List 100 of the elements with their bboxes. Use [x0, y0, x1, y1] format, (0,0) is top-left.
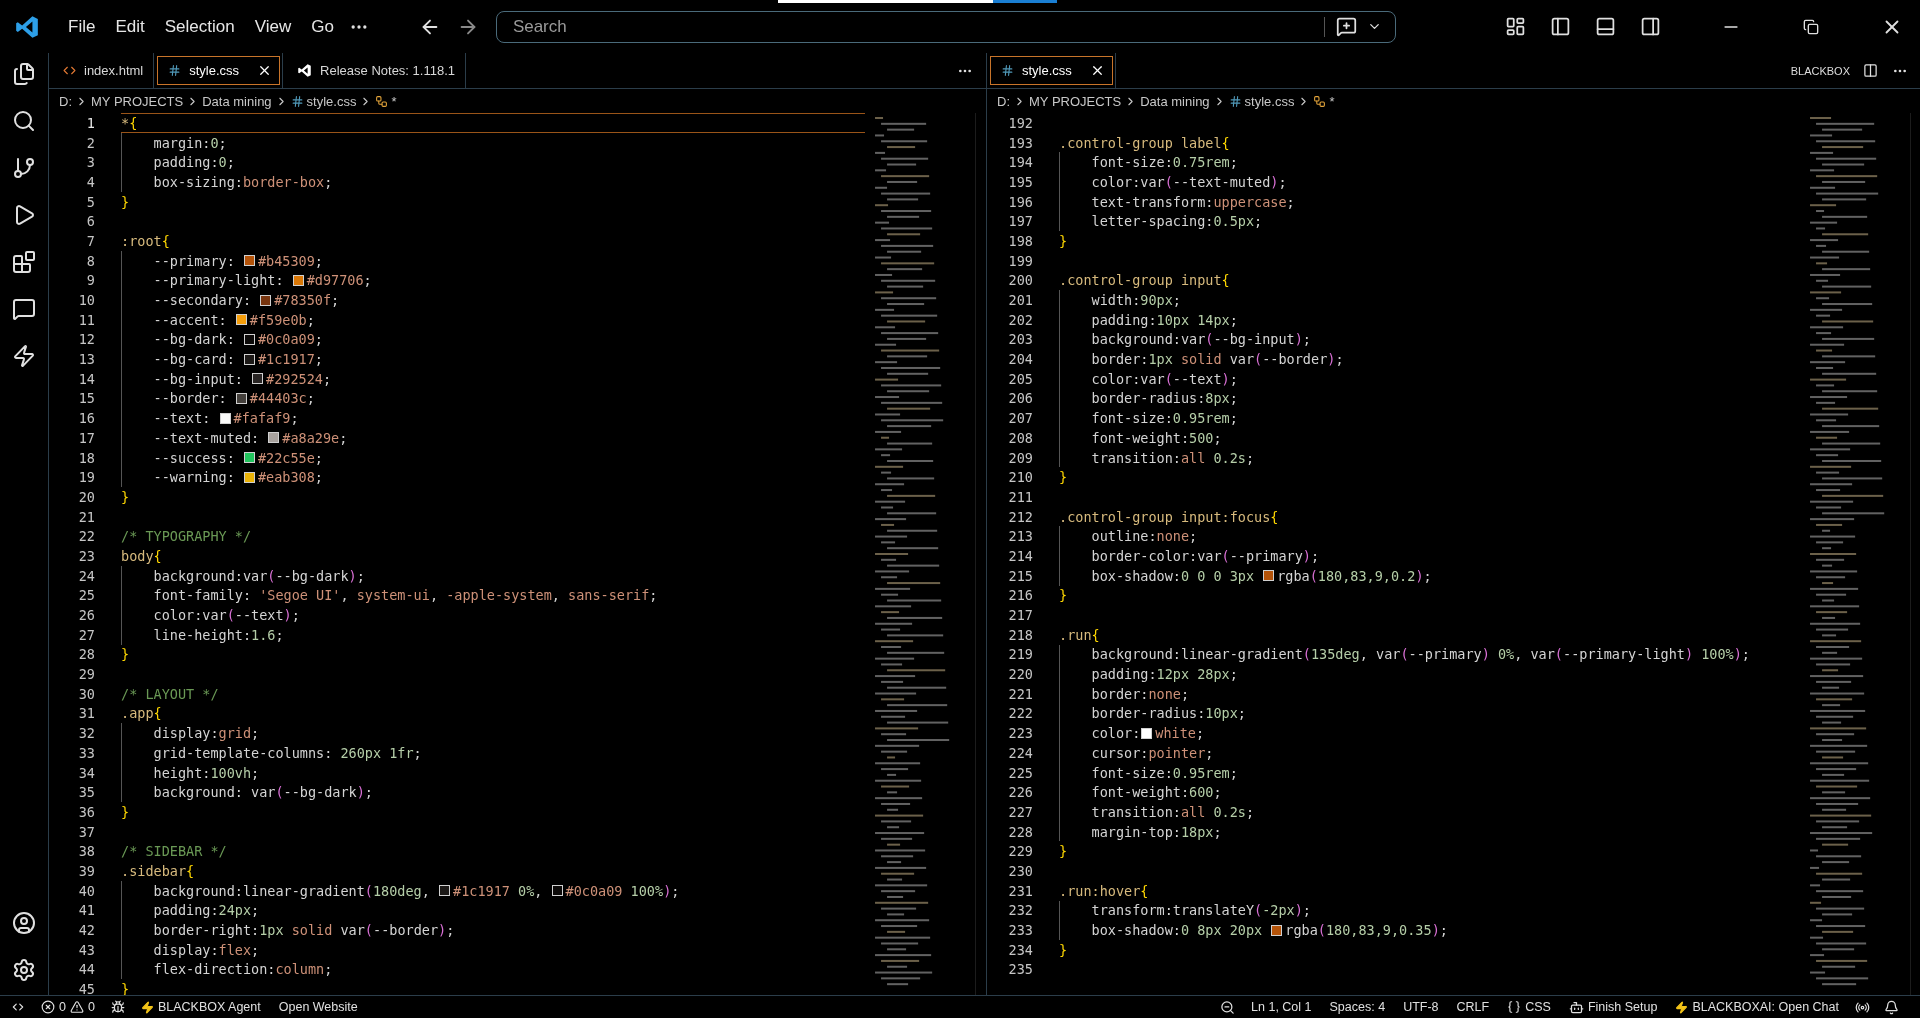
line-number: 27	[77, 626, 96, 643]
line-number: 215	[1007, 567, 1034, 584]
search-field[interactable]: Search	[510, 15, 1318, 38]
line-number: 211	[1007, 488, 1034, 505]
line-number: 208	[1007, 429, 1034, 446]
line-number: 214	[1007, 547, 1034, 564]
line-number: 15	[77, 390, 96, 407]
line-number: 45	[77, 981, 96, 995]
code-line: color:var(--text);	[121, 605, 865, 625]
line-number: 235	[1007, 961, 1034, 978]
line-number: 222	[1007, 705, 1034, 722]
menu-item[interactable]: Go	[301, 10, 344, 43]
line-number: 9	[85, 272, 96, 289]
code-line: .control-group input{	[1059, 271, 1231, 291]
line-number: 202	[1007, 311, 1034, 328]
line-number: 223	[1007, 725, 1034, 742]
status-item[interactable]: UTF-8	[1396, 1000, 1446, 1014]
code-line: border-right:1px solid var(--border);	[121, 920, 865, 940]
code-line: font-size:0.95rem;	[1059, 762, 1800, 783]
code-line: font-family: 'Segoe UI', system-ui, -apple-system, sans-serif;	[121, 585, 865, 606]
menu-item[interactable]: Edit	[105, 10, 155, 43]
code-line: --border: #44403c;	[121, 388, 865, 409]
menu-item[interactable]: View	[244, 10, 302, 43]
breadcrumb[interactable]: *	[391, 93, 397, 109]
line-number: 25	[77, 587, 96, 604]
code-line: transform:translateY(-2px);	[1059, 900, 1800, 921]
code-line: }	[1059, 842, 1069, 862]
editor-tab[interactable]: style.css	[154, 53, 284, 88]
code-line: border-color:var(--primary);	[1059, 546, 1800, 566]
line-number: 14	[77, 370, 96, 387]
symbol-icon	[375, 94, 389, 108]
line-number: 34	[77, 764, 96, 781]
line-number: 230	[1007, 862, 1034, 879]
line-number: 194	[1007, 154, 1034, 171]
breadcrumb[interactable]: D:	[997, 93, 1010, 109]
hash-icon	[168, 64, 182, 77]
vscode-logo-icon[interactable]	[14, 13, 40, 40]
status-item[interactable]: BLACKBOXAI: Open Chat	[1668, 1000, 1846, 1014]
code-line: font-weight:600;	[1059, 782, 1800, 803]
line-number: 234	[1007, 941, 1034, 958]
code-line: text-transform:uppercase;	[1059, 191, 1800, 212]
code-line: grid-template-columns: 260px 1fr;	[121, 743, 865, 763]
status-item[interactable]: Spaces: 4	[1322, 1000, 1393, 1014]
hash-icon	[1001, 64, 1014, 77]
editor-tab[interactable]: style.css	[987, 53, 1116, 88]
status-item[interactable]: Finish Setup	[1561, 999, 1665, 1015]
search-box[interactable]: Search	[495, 10, 1396, 43]
bolt-icon	[1675, 1000, 1689, 1014]
code-line: padding:10px 14px;	[1059, 309, 1800, 330]
line-number: 201	[1007, 292, 1034, 309]
breadcrumb[interactable]: Data mining	[1140, 93, 1210, 109]
menu-item[interactable]: Selection	[154, 10, 245, 43]
hash-icon	[1228, 94, 1242, 108]
line-number: 2	[85, 134, 96, 151]
breadcrumb[interactable]: Data mining	[202, 93, 272, 109]
line-number: 38	[77, 843, 96, 860]
line-number: 11	[77, 311, 96, 328]
status-item[interactable]: Open Website	[271, 1000, 365, 1014]
line-number: 196	[1007, 193, 1034, 210]
line-number: 193	[1007, 134, 1034, 151]
breadcrumb[interactable]: MY PROJECTS	[91, 93, 184, 109]
problems-indicator[interactable]: 0 0	[34, 1000, 102, 1014]
code-line: }	[1059, 940, 1069, 960]
line-number: 204	[1007, 351, 1034, 368]
breadcrumb[interactable]: style.css	[306, 93, 357, 109]
code-line: padding:0;	[121, 152, 865, 173]
status-item[interactable]: CSS	[1500, 1000, 1558, 1014]
code-line: --text: #fafaf9;	[121, 408, 865, 428]
line-number: 5	[85, 193, 96, 210]
breadcrumb[interactable]: style.css	[1244, 93, 1295, 109]
code-line: /* LAYOUT */	[121, 684, 220, 704]
code-line: --primary-light: #d97706;	[121, 270, 865, 291]
line-number: 200	[1007, 272, 1034, 289]
line-number: 227	[1007, 803, 1034, 820]
line-number: 226	[1007, 784, 1034, 801]
code-line: --text-muted: #a8a29e;	[121, 428, 865, 448]
breadcrumb[interactable]: MY PROJECTS	[1029, 93, 1122, 109]
code-line: }	[1059, 231, 1069, 251]
status-item[interactable]: BLACKBOX Agent	[133, 1000, 268, 1014]
code-line: background:linear-gradient(135deg, var(--primary) 0%, var(--primary-light) 100%);	[1059, 644, 1800, 665]
status-item[interactable]: Ln 1, Col 1	[1244, 1000, 1319, 1014]
breadcrumb[interactable]: D:	[59, 93, 72, 109]
editor-tab[interactable]: index.html	[49, 53, 155, 88]
hash-icon	[290, 94, 304, 108]
code-line: font-size:0.95rem;	[1059, 408, 1800, 428]
bolt-icon	[140, 1000, 154, 1014]
line-number: 36	[77, 803, 96, 820]
editor-tab[interactable]: Release Notes: 1.118.1	[283, 53, 466, 88]
code-line: border-radius:10px;	[1059, 703, 1800, 724]
bot-icon	[1568, 999, 1584, 1015]
code-line: }	[1059, 468, 1069, 488]
menu-item[interactable]: File	[58, 10, 106, 43]
line-number: 218	[1007, 626, 1034, 643]
symbol-icon	[1313, 94, 1327, 108]
code-line: background: var(--bg-dark);	[121, 782, 865, 803]
code-line: .app{	[121, 704, 163, 724]
status-item[interactable]: CRLF	[1449, 1000, 1497, 1014]
breadcrumb[interactable]: *	[1329, 93, 1335, 109]
line-number: 221	[1007, 685, 1034, 702]
code-line: letter-spacing:0.5px;	[1059, 211, 1800, 232]
